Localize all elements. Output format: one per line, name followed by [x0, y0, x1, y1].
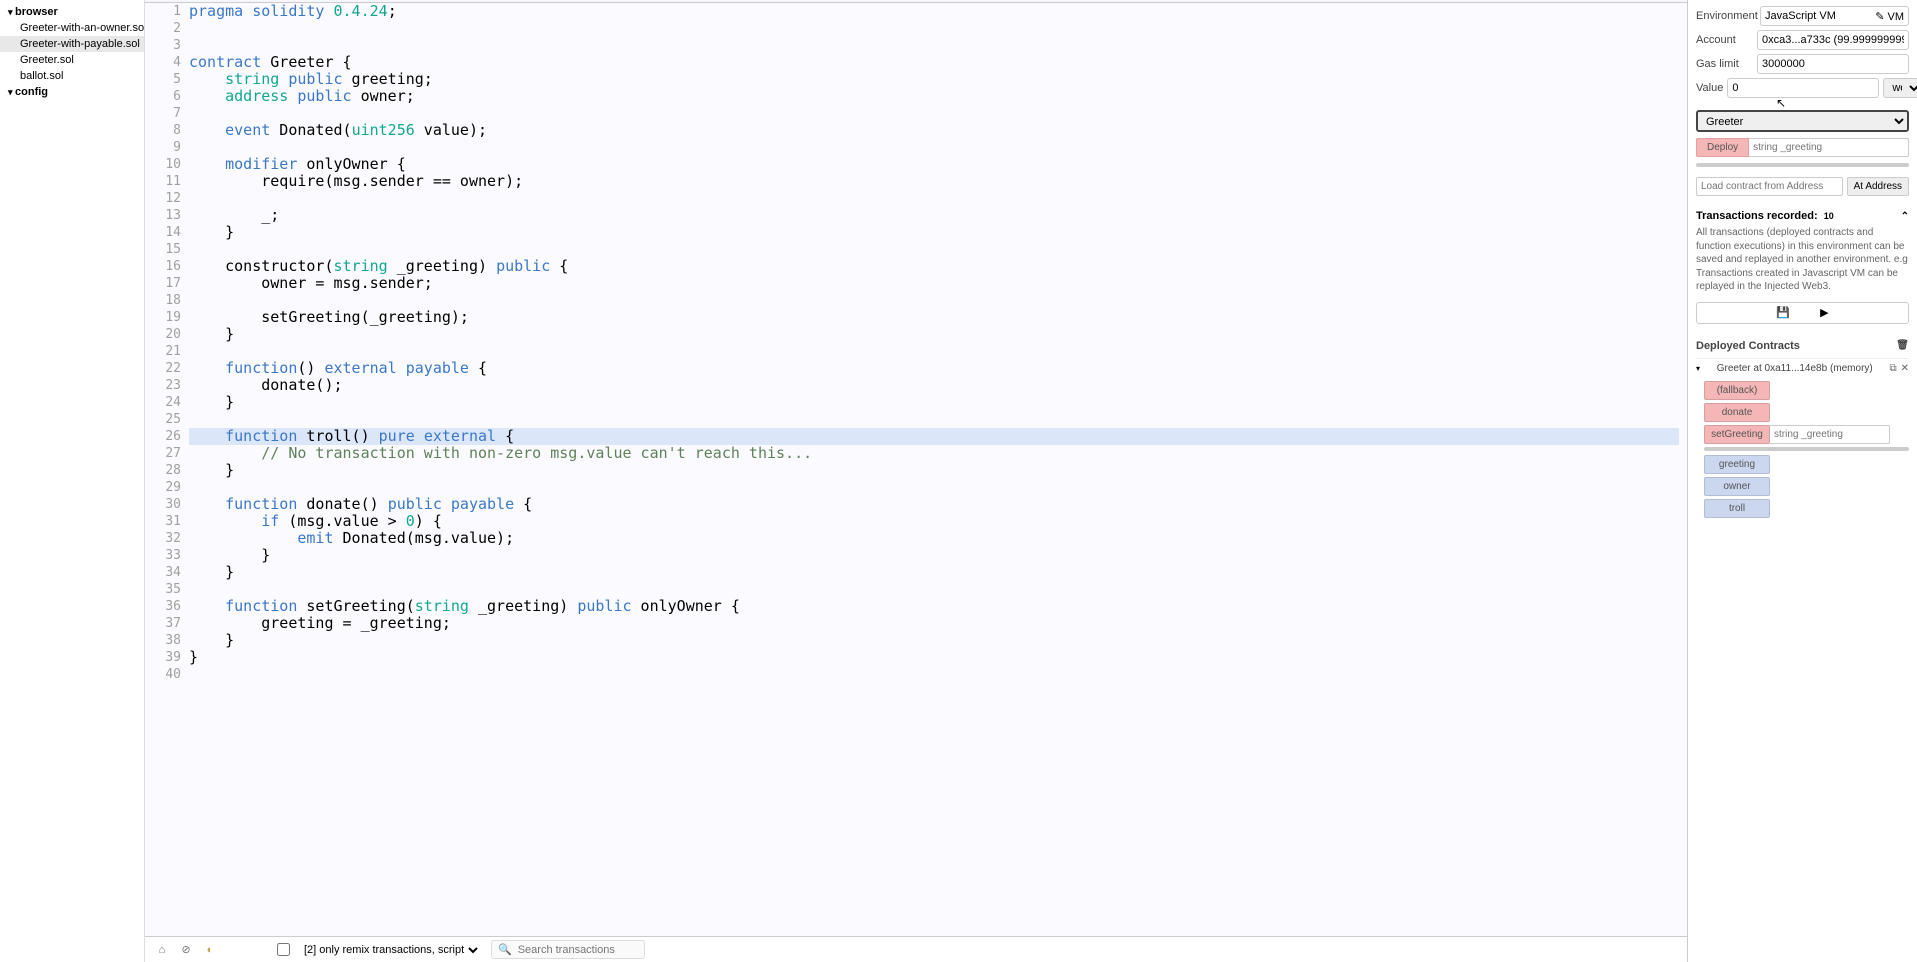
- fn-owner[interactable]: owner: [1704, 477, 1770, 496]
- tx-recorded-help: All transactions (deployed contracts and…: [1696, 226, 1909, 294]
- fn-donate[interactable]: donate: [1704, 403, 1770, 422]
- at-address-input[interactable]: [1696, 177, 1843, 196]
- folder-config[interactable]: config: [0, 84, 144, 100]
- play-tx-icon[interactable]: ▶: [1820, 306, 1828, 319]
- main-area: browser/Greeter.solbrowser/Greeter-with-…: [145, 0, 1687, 962]
- fn-troll[interactable]: troll: [1704, 499, 1770, 518]
- run-panel: Environment JavaScript VM ✎ VM Account G…: [1687, 0, 1917, 962]
- file-Greeter-with-payable.sol[interactable]: Greeter-with-payable.sol: [0, 36, 144, 52]
- terminal-bar: ⌂ ⊘ ◐ [2] only remix transactions, scrip…: [145, 936, 1687, 962]
- tx-search-input[interactable]: [518, 944, 638, 956]
- account-select[interactable]: [1757, 30, 1909, 50]
- line-number-gutter: 1234567891011121314151617181920212223242…: [145, 3, 189, 936]
- value-input[interactable]: [1727, 78, 1879, 98]
- fn-setGreeting[interactable]: setGreeting: [1704, 425, 1770, 444]
- at-address-button[interactable]: At Address: [1847, 177, 1909, 196]
- file-Greeter-with-an-owner.sol[interactable]: Greeter-with-an-owner.sol: [0, 20, 144, 36]
- fn-greeting[interactable]: greeting: [1704, 455, 1770, 474]
- copy-address-icon[interactable]: ⧉: [1889, 363, 1896, 374]
- fn-fallback[interactable]: (fallback): [1704, 381, 1770, 400]
- tx-filter-select[interactable]: [2] only remix transactions, script: [300, 943, 481, 957]
- tx-recorded-count: 10: [1821, 210, 1837, 222]
- listen-checkbox[interactable]: [277, 943, 290, 956]
- value-unit-select[interactable]: wei: [1883, 78, 1917, 98]
- code-body[interactable]: pragma solidity 0.4.24; contract Greeter…: [189, 3, 1687, 936]
- gaslimit-label: Gas limit: [1696, 58, 1753, 70]
- vm-mode-indicator: ✎ VM: [1875, 10, 1904, 23]
- file-tree: browserGreeter-with-an-owner.solGreeter-…: [0, 0, 145, 962]
- tx-recorded-collapse-icon[interactable]: ⌃: [1901, 211, 1909, 222]
- file-Greeter.sol[interactable]: Greeter.sol: [0, 52, 144, 68]
- deployed-instance: ▾ Greeter at 0xa11...14e8b (memory) ⧉ ✕ (fal…: [1696, 358, 1909, 518]
- instance-name: Greeter at 0xa11...14e8b (memory): [1704, 363, 1885, 374]
- file-ballot.sol[interactable]: ballot.sol: [0, 68, 144, 84]
- folder-browser[interactable]: browser: [0, 4, 144, 20]
- pending-icon[interactable]: ◐: [203, 943, 217, 957]
- deploy-button[interactable]: Deploy: [1696, 138, 1749, 157]
- deployed-instances: ▾ Greeter at 0xa11...14e8b (memory) ⧉ ✕ (fal…: [1696, 358, 1909, 518]
- clear-instances-icon[interactable]: 🗑: [1896, 340, 1909, 351]
- save-tx-icon[interactable]: 💾: [1776, 306, 1790, 319]
- remove-instance-icon[interactable]: ✕: [1901, 363, 1909, 374]
- environment-select[interactable]: JavaScript VM: [1765, 10, 1875, 22]
- search-icon: 🔍: [498, 943, 512, 956]
- deployed-contracts-label: Deployed Contracts: [1696, 340, 1800, 352]
- instance-collapse-icon[interactable]: ▾: [1696, 364, 1700, 373]
- tx-search: 🔍: [491, 940, 645, 959]
- account-label: Account: [1696, 34, 1753, 46]
- value-label: Value: [1696, 82, 1723, 94]
- deploy-param-input[interactable]: [1749, 138, 1909, 157]
- home-icon[interactable]: ⌂: [155, 943, 169, 957]
- mouse-cursor: ↖: [1776, 96, 1786, 110]
- gaslimit-input[interactable]: [1757, 54, 1909, 74]
- fn-input-setGreeting[interactable]: [1770, 425, 1890, 444]
- code-editor[interactable]: 1234567891011121314151617181920212223242…: [145, 3, 1687, 936]
- contract-select[interactable]: Greeter: [1696, 110, 1909, 132]
- tx-recorded-label: Transactions recorded:: [1696, 210, 1818, 222]
- progress-bar: [1696, 163, 1909, 167]
- clear-icon[interactable]: ⊘: [179, 943, 193, 957]
- environment-label: Environment: [1696, 10, 1756, 22]
